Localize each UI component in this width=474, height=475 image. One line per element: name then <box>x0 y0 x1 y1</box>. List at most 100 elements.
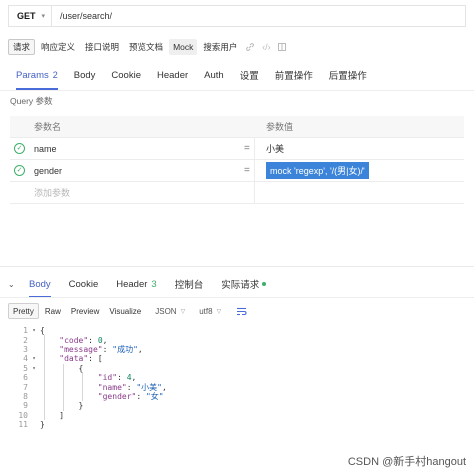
table-row-add: 添加参数 <box>10 182 464 204</box>
response-tab-header[interactable]: Header 3 <box>107 273 165 295</box>
toolbar-mock[interactable]: Mock <box>169 38 198 55</box>
code-line: 4 ▾ "data": [ <box>0 354 474 363</box>
tab-settings[interactable]: 设置 <box>232 64 267 86</box>
tab-header[interactable]: Header <box>149 64 196 86</box>
col-value-header: 参数值 <box>266 122 294 132</box>
tab-params[interactable]: Params 2 <box>8 64 66 90</box>
code-line: 5 ▾ { <box>0 364 474 373</box>
panel-icon[interactable] <box>275 40 289 54</box>
line-number: 3 <box>23 344 28 354</box>
request-tabs: Params 2 Body Cookie Header Auth 设置 前置操作… <box>8 64 375 90</box>
code-text: } <box>40 401 84 411</box>
url-input[interactable]: /user/search/ <box>52 11 112 21</box>
line-number: 8 <box>23 391 28 401</box>
method-label: GET <box>17 11 36 21</box>
toolbar-api-name[interactable]: 搜索用户 <box>199 39 241 55</box>
code-icon[interactable]: ‹/› <box>259 40 273 54</box>
status-dot <box>262 282 267 286</box>
code-text: { <box>40 363 84 373</box>
tab-post-script[interactable]: 后置操作 <box>321 64 375 86</box>
response-body-code[interactable]: 1 ▾{2 "code": 0, 3 "message": "成功", 4 ▾ "dat… <box>0 326 474 429</box>
tab-label: Header <box>116 278 148 290</box>
toolbar-response-def[interactable]: 响应定义 <box>37 39 79 55</box>
response-tab-console[interactable]: 控制台 <box>166 273 213 295</box>
request-toolbar: 请求 响应定义 接口说明 预览文档 Mock 搜索用户 ‹/› <box>8 38 289 55</box>
chevron-down-icon: ▾ <box>41 13 46 20</box>
param-name-input[interactable]: name <box>34 144 57 154</box>
chevron-down-icon: ▽ <box>216 308 222 315</box>
format-value: JSON <box>155 306 177 316</box>
fold-arrow-icon[interactable]: ▾ <box>28 327 40 334</box>
code-text: "data": [ <box>59 354 103 364</box>
view-raw-button[interactable]: Raw <box>41 303 65 319</box>
response-tabs: ⌄ Body Cookie Header 3 控制台 实际请求 <box>6 273 275 298</box>
line-number: 11 <box>18 420 28 430</box>
view-pretty-button[interactable]: Pretty <box>8 303 39 319</box>
line-number: 7 <box>23 382 28 392</box>
toolbar-request[interactable]: 请求 <box>8 38 36 55</box>
watermark: CSDN @新手村hangout <box>347 456 466 468</box>
view-visualize-button[interactable]: Visualize <box>105 303 145 319</box>
response-tab-actual-request[interactable]: 实际请求 <box>212 273 275 295</box>
mock-value-pill[interactable]: mock 'regexp', '/(男|女)/' <box>266 162 369 179</box>
line-number: 5 <box>23 363 28 373</box>
link-icon[interactable] <box>243 40 257 54</box>
fold-arrow-icon[interactable]: ▾ <box>28 365 40 372</box>
table-row: ✓ name = 小美 <box>10 138 464 160</box>
code-line: 11} <box>0 420 474 429</box>
code-line: 1 ▾{ <box>0 326 474 335</box>
tab-count: 3 <box>151 278 157 290</box>
code-text: { <box>40 326 45 336</box>
indent-guide <box>44 335 45 420</box>
encoding-select[interactable]: utf8 ▽ <box>195 303 225 319</box>
format-select[interactable]: JSON ▽ <box>151 303 189 319</box>
encoding-value: utf8 <box>199 306 213 316</box>
table-header: 参数名 参数值 <box>10 116 464 138</box>
tab-body[interactable]: Body <box>66 64 104 86</box>
tab-pre-script[interactable]: 前置操作 <box>267 64 321 86</box>
line-number: 1 <box>23 326 28 336</box>
indent-guide <box>82 373 83 402</box>
equals-sign: = <box>244 143 250 154</box>
method-select[interactable]: GET ▾ <box>9 6 53 26</box>
fold-arrow-icon[interactable]: ▾ <box>28 355 40 362</box>
line-number: 9 <box>23 401 28 411</box>
response-tab-body[interactable]: Body <box>20 273 60 298</box>
tab-label: Params <box>16 69 49 81</box>
col-name-header: 参数名 <box>34 122 62 132</box>
indent-guide <box>63 363 64 411</box>
add-param-input[interactable]: 添加参数 <box>34 186 70 199</box>
table-row: ✓ gender = mock 'regexp', '/(男|女)/' <box>10 160 464 182</box>
tab-auth[interactable]: Auth <box>196 64 232 86</box>
view-preview-button[interactable]: Preview <box>67 303 103 319</box>
check-icon[interactable]: ✓ <box>14 165 25 176</box>
chevron-down-icon[interactable]: ⌄ <box>6 280 20 289</box>
toolbar-preview-doc[interactable]: 预览文档 <box>125 39 167 55</box>
line-number: 10 <box>18 410 28 420</box>
tab-cookie[interactable]: Cookie <box>103 64 149 86</box>
tab-label: 实际请求 <box>221 280 260 291</box>
code-line: 3 "message": "成功", <box>0 345 474 354</box>
line-number: 4 <box>23 354 28 364</box>
divider <box>0 297 474 298</box>
wrap-lines-icon[interactable] <box>233 303 249 319</box>
query-params-table: 参数名 参数值 ✓ name = 小美 ✓ gender = mock 'reg… <box>10 116 464 204</box>
check-icon[interactable]: ✓ <box>14 143 25 154</box>
toolbar-api-desc[interactable]: 接口说明 <box>81 39 123 55</box>
tab-count: 2 <box>52 70 58 80</box>
code-line: 9 } <box>0 401 474 410</box>
url-bar[interactable]: GET ▾ /user/search/ <box>8 5 466 27</box>
query-section-title: Query 参数 <box>10 96 53 106</box>
param-value-input[interactable]: 小美 <box>266 142 284 155</box>
param-name-input[interactable]: gender <box>34 166 62 176</box>
chevron-down-icon: ▽ <box>180 308 186 315</box>
response-view-toolbar: Pretty Raw Preview Visualize JSON ▽ utf8… <box>8 303 249 319</box>
equals-sign: = <box>244 165 250 176</box>
code-text: } <box>40 420 45 430</box>
code-line: 10 ] <box>0 411 474 420</box>
divider <box>0 266 474 267</box>
line-number: 2 <box>23 335 28 345</box>
divider <box>0 90 474 91</box>
code-line: 8 "gender": "女" <box>0 392 474 401</box>
response-tab-cookie[interactable]: Cookie <box>60 273 108 295</box>
